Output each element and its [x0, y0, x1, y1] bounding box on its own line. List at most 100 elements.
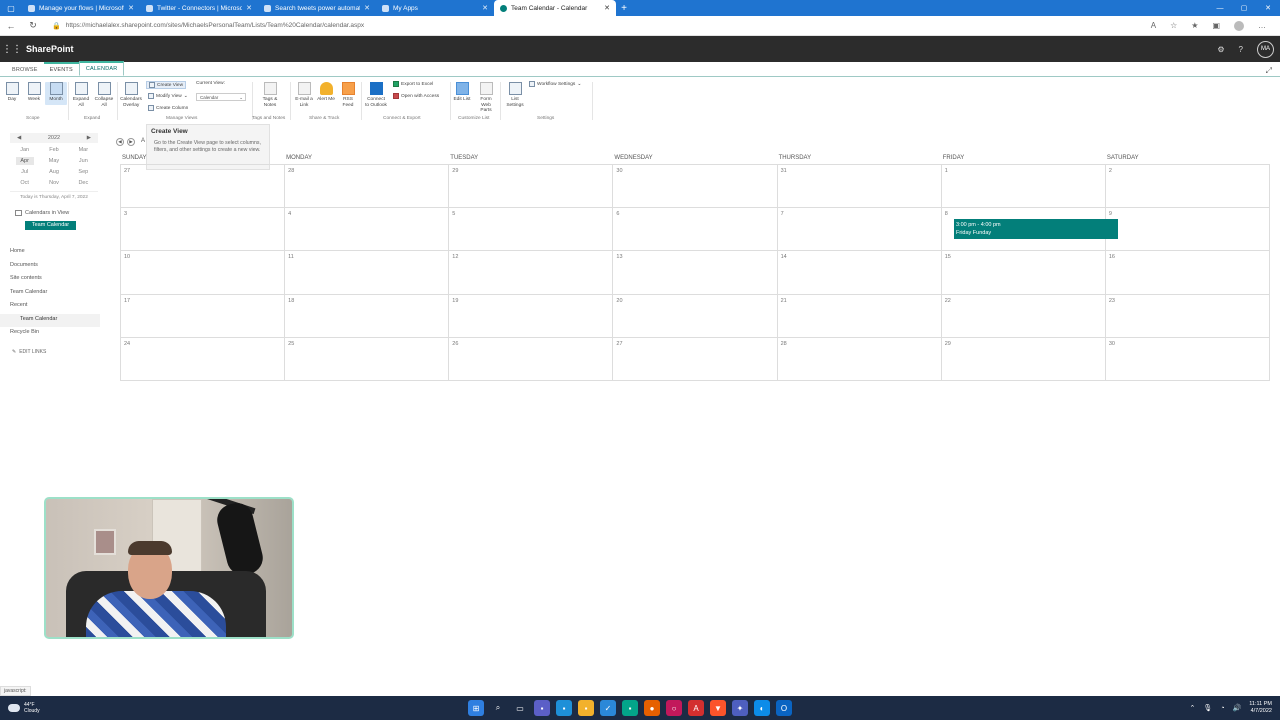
- create-view-button[interactable]: Create View: [146, 81, 187, 89]
- clock[interactable]: 11:11 PM 4/7/2022: [1249, 701, 1272, 715]
- tags-notes-button[interactable]: Tags & Notes: [259, 82, 281, 108]
- firefox-icon[interactable]: ●: [644, 700, 660, 716]
- browser-tab-active[interactable]: Team Calendar - Calendar ✕: [494, 0, 616, 16]
- next-year-icon[interactable]: ▶: [87, 135, 91, 141]
- calendar-day-cell[interactable]: 1: [941, 165, 1106, 209]
- modify-view-button[interactable]: Modify View ⌄: [148, 93, 188, 99]
- favorites-icon[interactable]: ★: [1191, 21, 1198, 31]
- workflow-settings-button[interactable]: Workflow Settings ⌄: [529, 81, 581, 87]
- weather-widget[interactable]: 44°F Cloudy: [8, 702, 40, 714]
- favorite-star-icon[interactable]: ☆: [1170, 21, 1177, 31]
- browser-tab[interactable]: Twitter - Connectors | Microsoft ✕: [140, 0, 258, 16]
- browser-tab[interactable]: Search tweets power automate - ✕: [258, 0, 376, 16]
- calendar-day-cell[interactable]: 6: [613, 208, 778, 252]
- start-icon[interactable]: ⊞: [468, 700, 484, 716]
- close-window-icon[interactable]: ✕: [1256, 0, 1280, 16]
- read-aloud-icon[interactable]: A: [1151, 21, 1156, 31]
- create-column-button[interactable]: Create Column: [148, 105, 188, 111]
- month-option[interactable]: Aug: [39, 168, 68, 176]
- month-option[interactable]: May: [39, 157, 68, 165]
- nav-home[interactable]: Home: [0, 246, 100, 260]
- calendar-day-cell[interactable]: 30: [1105, 337, 1270, 381]
- calendar-day-cell[interactable]: 20: [613, 294, 778, 338]
- calendar-day-cell[interactable]: 29: [449, 165, 614, 209]
- wifi-icon[interactable]: ◔: [1220, 705, 1224, 712]
- month-option[interactable]: Dec: [69, 179, 98, 187]
- previous-month-icon[interactable]: ◀: [116, 138, 124, 146]
- close-tab-icon[interactable]: ✕: [482, 4, 488, 12]
- calendar-day-cell[interactable]: 22: [941, 294, 1106, 338]
- calendar-day-cell[interactable]: 3: [121, 208, 286, 252]
- browser-tab[interactable]: Manage your flows | Microsoft F ✕: [22, 0, 140, 16]
- microphone-icon[interactable]: 🎙: [1203, 704, 1212, 712]
- alert-me-button[interactable]: Alert Me: [315, 82, 337, 103]
- collapse-all-button[interactable]: Collapse All: [93, 82, 115, 108]
- more-menu-icon[interactable]: …: [1258, 21, 1266, 31]
- close-tab-icon[interactable]: ✕: [128, 4, 134, 12]
- month-option[interactable]: Apr: [15, 157, 34, 165]
- maximize-icon[interactable]: ▢: [1232, 0, 1256, 16]
- focus-on-content-icon[interactable]: ⤢: [1266, 66, 1272, 76]
- open-access-button[interactable]: Open with Access: [393, 93, 439, 99]
- next-month-icon[interactable]: ▶: [127, 138, 135, 146]
- calendar-day-cell[interactable]: 17: [121, 294, 286, 338]
- acrobat-icon[interactable]: A: [688, 700, 704, 716]
- calendar-day-cell[interactable]: 30: [613, 165, 778, 209]
- calendar-day-cell[interactable]: 7: [777, 208, 942, 252]
- collections-icon[interactable]: ▣: [1212, 21, 1220, 31]
- chevron-up-icon[interactable]: ⌃: [1190, 704, 1196, 712]
- task-view-icon[interactable]: ▭: [512, 700, 528, 716]
- calendar-day-cell[interactable]: 31: [777, 165, 942, 209]
- help-icon[interactable]: ?: [1239, 45, 1243, 54]
- app-icon[interactable]: ✦: [732, 700, 748, 716]
- calendar-day-cell[interactable]: 14: [777, 251, 942, 295]
- window-menu-icon[interactable]: ▢: [0, 0, 22, 16]
- calendars-overlay-button[interactable]: Calendars Overlay: [120, 82, 142, 108]
- profile-avatar[interactable]: [1234, 20, 1244, 31]
- current-view-select[interactable]: Calendar ⌄: [196, 93, 246, 101]
- calendar-day-cell[interactable]: 12: [449, 251, 614, 295]
- month-option[interactable]: Jun: [69, 157, 98, 165]
- app-icon[interactable]: ▪: [622, 700, 638, 716]
- calendar-day-cell[interactable]: 26: [449, 337, 614, 381]
- calendar-day-cell[interactable]: 15: [941, 251, 1106, 295]
- calendar-day-cell[interactable]: 5: [449, 208, 614, 252]
- url-field[interactable]: 🔒 https://michaelalex.sharepoint.com/sit…: [52, 22, 1151, 30]
- email-link-button[interactable]: E-mail a Link: [293, 82, 315, 108]
- nav-team-calendar[interactable]: Team Calendar: [0, 287, 100, 301]
- outlook-taskbar-icon[interactable]: O: [776, 700, 792, 716]
- calendar-day-cell[interactable]: 21: [777, 294, 942, 338]
- tab-events[interactable]: EVENTS: [43, 62, 79, 76]
- team-calendar-chip[interactable]: Team Calendar: [25, 221, 76, 230]
- week-view-button[interactable]: Week: [23, 82, 45, 103]
- calendar-day-cell[interactable]: 9: [1105, 208, 1270, 252]
- calendar-day-cell[interactable]: 2: [1105, 165, 1270, 209]
- list-settings-button[interactable]: List Settings: [504, 82, 526, 108]
- nav-recent[interactable]: Recent: [0, 300, 100, 314]
- calendar-day-cell[interactable]: 28: [285, 165, 450, 209]
- calendar-day-cell[interactable]: 10: [121, 251, 286, 295]
- calendar-day-cell[interactable]: 16: [1105, 251, 1270, 295]
- calendar-day-cell[interactable]: 19: [449, 294, 614, 338]
- month-option[interactable]: Mar: [69, 146, 98, 154]
- file-explorer-icon[interactable]: ▪: [578, 700, 594, 716]
- day-view-button[interactable]: Day: [1, 82, 23, 103]
- tab-calendar[interactable]: CALENDAR: [78, 61, 125, 76]
- browser-tab[interactable]: My Apps ✕: [376, 0, 494, 16]
- minimize-icon[interactable]: —: [1208, 0, 1232, 16]
- teams-chat-icon[interactable]: ▪: [534, 700, 550, 716]
- previous-year-icon[interactable]: ◀: [17, 135, 21, 141]
- close-tab-icon[interactable]: ✕: [604, 4, 610, 12]
- calendar-day-cell[interactable]: 24: [121, 337, 286, 381]
- month-option[interactable]: Jan: [10, 146, 39, 154]
- brave-icon[interactable]: ▼: [710, 700, 726, 716]
- calendar-day-cell[interactable]: 27: [121, 165, 286, 209]
- calendar-day-cell[interactable]: 13: [613, 251, 778, 295]
- calendar-day-cell[interactable]: 18: [285, 294, 450, 338]
- month-option[interactable]: Nov: [39, 179, 68, 187]
- nav-recycle-bin[interactable]: Recycle Bin: [0, 327, 100, 341]
- edge-icon[interactable]: ◐: [754, 700, 770, 716]
- form-web-parts-button[interactable]: Form Web Parts: [475, 82, 497, 114]
- month-option[interactable]: Jul: [10, 168, 39, 176]
- volume-icon[interactable]: 🔊: [1233, 704, 1242, 712]
